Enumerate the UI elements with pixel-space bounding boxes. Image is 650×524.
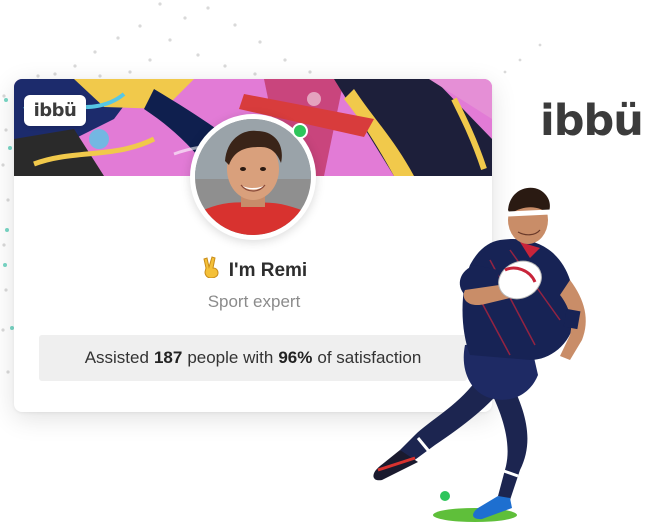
hero-stage: ibbü I'm Remi Sport expert Assisted 187 … — [0, 0, 650, 524]
stats-people-count: 187 — [153, 348, 183, 367]
brand-logo-text: ibbü — [540, 96, 644, 146]
card-logo-text: ibbü — [33, 100, 77, 121]
rugby-player-illustration — [360, 170, 650, 524]
online-status-dot — [292, 123, 308, 139]
stats-middle: people with — [187, 348, 274, 367]
card-ibbu-logo: ibbü — [24, 95, 86, 126]
stats-prefix: Assisted — [84, 348, 149, 367]
rugby-player-figure — [373, 187, 586, 522]
ibbu-brand-logo: ibbü — [540, 96, 644, 146]
victory-hand-icon — [201, 256, 221, 284]
expert-name-text: I'm Remi — [228, 260, 308, 281]
stats-satisfaction-rate: 96% — [278, 348, 313, 367]
